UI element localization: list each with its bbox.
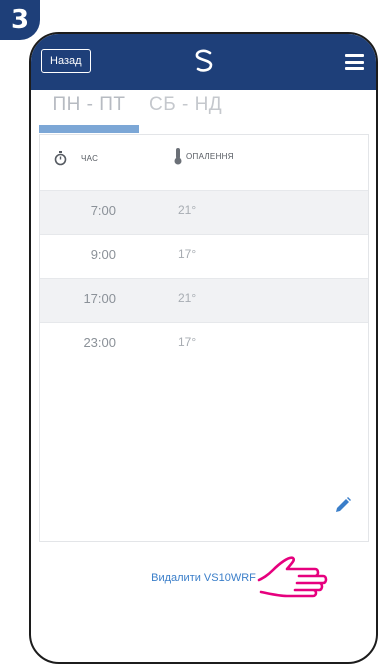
pencil-edit-icon[interactable] [334,496,352,519]
schedule-temp: 21° [178,203,197,217]
schedule-time: 17:00 [83,291,116,306]
time-column-header: ЧАС [54,151,98,166]
pointing-hand-icon [257,556,339,621]
salus-logo-icon [192,48,216,79]
tab-weekend[interactable]: СБ - НД [149,91,222,133]
thermometer-icon [174,148,182,165]
table-header: ЧАС ОПАЛЕННЯ [40,135,368,190]
heating-column-label: ОПАЛЕННЯ [186,151,234,161]
schedule-temp: 17° [178,335,197,349]
phone-frame: Назад ПН - ПТ СБ - НД ЧАС ОПАЛЕННЯ 7:00 … [29,32,378,664]
stopwatch-icon [54,151,67,166]
table-row[interactable]: 9:00 17° [40,234,368,278]
active-tab-indicator [39,125,139,133]
table-row[interactable]: 17:00 21° [40,278,368,322]
step-number-badge: 3 [0,0,40,40]
day-tabs: ПН - ПТ СБ - НД [39,91,369,133]
app-header: Назад [31,34,376,90]
hamburger-menu-icon[interactable] [345,54,364,70]
back-button[interactable]: Назад [41,49,91,73]
table-row[interactable]: 23:00 17° [40,322,368,366]
schedule-time: 9:00 [90,247,116,262]
schedule-time: 7:00 [90,203,116,218]
heating-column-header: ОПАЛЕННЯ [173,147,234,165]
schedule-temp: 21° [178,291,197,305]
schedule-table: ЧАС ОПАЛЕННЯ 7:00 21° 9:00 17° 17:00 21°… [39,134,369,542]
schedule-time: 23:00 [83,335,116,350]
schedule-temp: 17° [178,247,197,261]
time-column-label: ЧАС [81,154,99,163]
table-row[interactable]: 7:00 21° [40,190,368,234]
